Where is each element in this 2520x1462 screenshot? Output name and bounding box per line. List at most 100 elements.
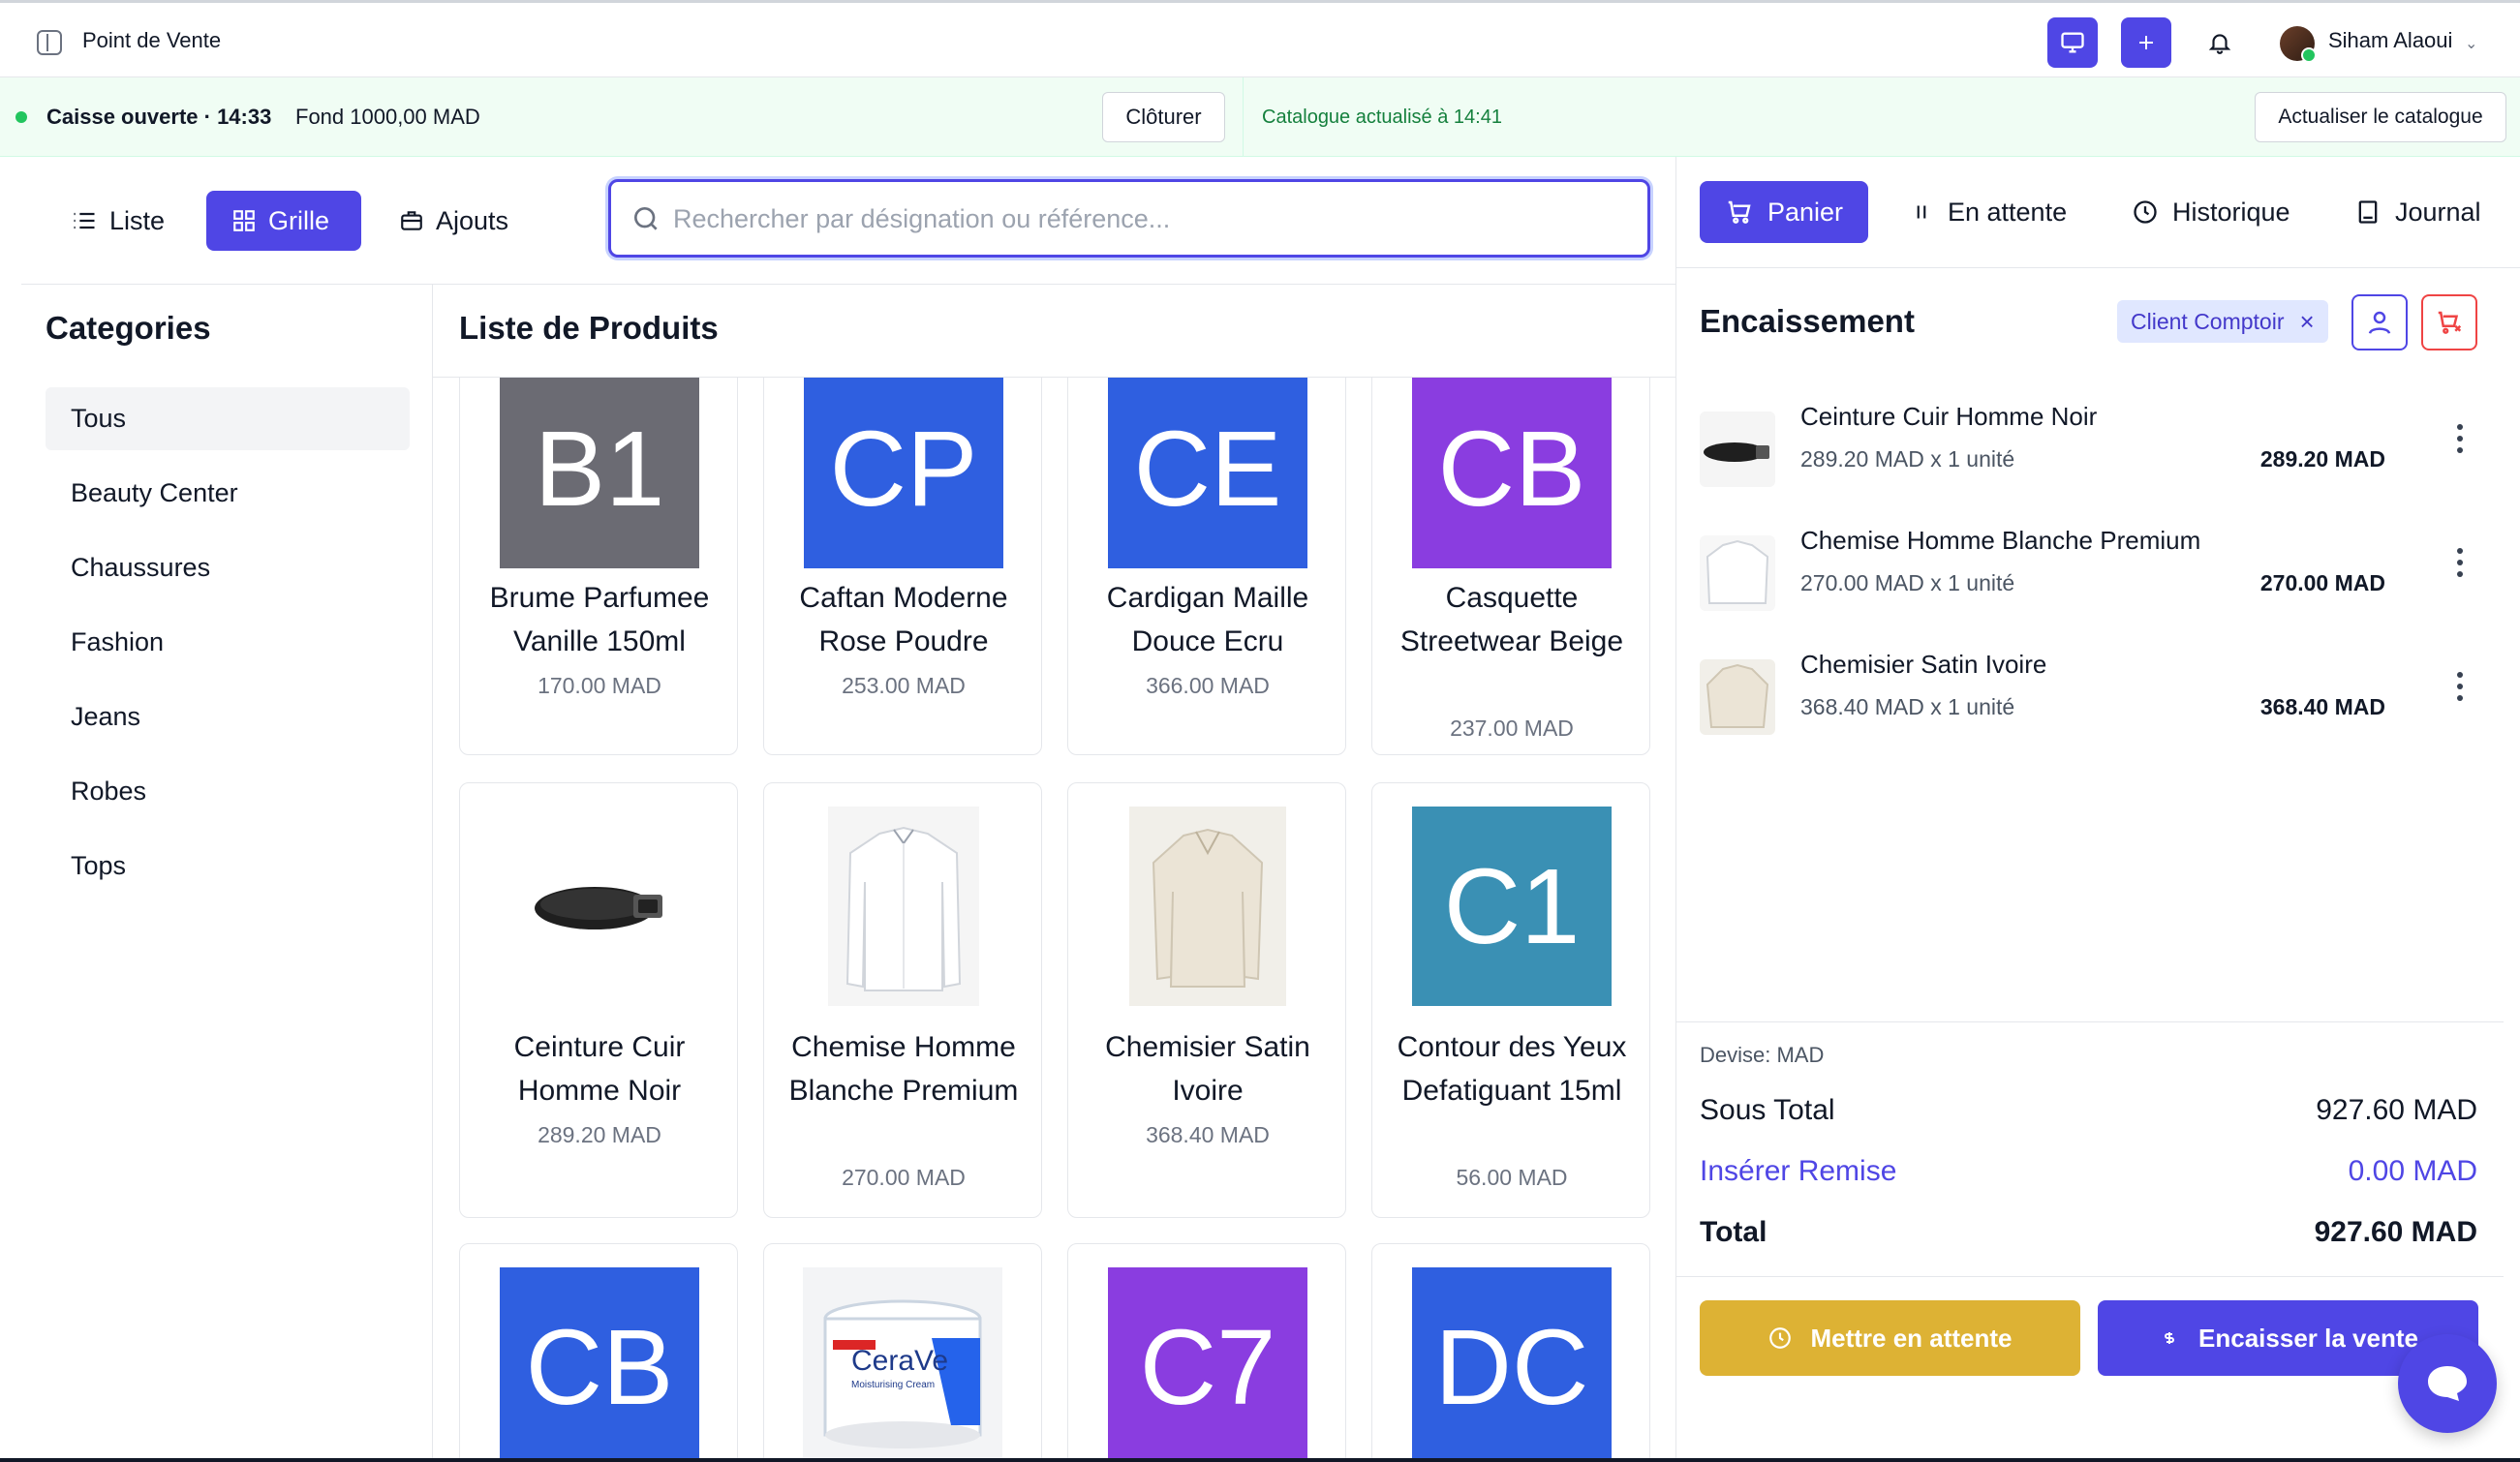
product-thumbnail	[828, 807, 979, 1006]
sidebar-toggle-icon[interactable]	[37, 30, 62, 55]
user-name[interactable]: Siham Alaoui	[2328, 28, 2452, 53]
more-options-icon[interactable]	[2445, 419, 2474, 458]
cart-item[interactable]: Chemisier Satin Ivoire 368.40 MAD x 1 un…	[1700, 650, 2474, 746]
notifications-button[interactable]	[2195, 17, 2245, 68]
cream-subtitle-label: Moisturising Cream	[851, 1380, 936, 1390]
shirt-image	[845, 826, 962, 991]
category-item-tous[interactable]: Tous	[46, 387, 410, 450]
product-card[interactable]: CP Caftan Moderne Rose Poudre 253.00 MAD	[763, 378, 1042, 755]
briefcase-icon	[401, 211, 422, 230]
select-customer-button[interactable]	[2351, 294, 2408, 350]
search-box[interactable]	[608, 179, 1650, 258]
discount-value[interactable]: 0.00 MAD	[2349, 1155, 2477, 1188]
category-item-robes[interactable]: Robes	[46, 760, 410, 823]
product-card[interactable]: CE Cardigan Maille Douce Ecru 366.00 MAD	[1067, 378, 1346, 755]
money-icon	[2165, 1332, 2174, 1344]
chat-icon	[2428, 1366, 2467, 1401]
avatar[interactable]	[2280, 26, 2317, 63]
close-icon[interactable]: ×	[2300, 307, 2315, 337]
product-card[interactable]: CB	[459, 1243, 738, 1462]
cart-item[interactable]: Chemise Homme Blanche Premium 270.00 MAD…	[1700, 526, 2474, 623]
put-on-hold-button[interactable]: Mettre en attente	[1700, 1300, 2080, 1376]
shirt-image	[1706, 539, 1769, 604]
tab-journal-label: Journal	[2395, 197, 2481, 227]
window-bottom-edge	[0, 1458, 2520, 1462]
tab-en-attente-label: En attente	[1948, 197, 2068, 227]
product-card[interactable]: C7	[1067, 1243, 1346, 1462]
chat-button[interactable]	[2398, 1334, 2497, 1433]
divider	[1675, 267, 2520, 268]
category-item-beauty-center[interactable]: Beauty Center	[46, 462, 410, 525]
product-card[interactable]: CB Casquette Streetwear Beige 237.00 MAD	[1371, 378, 1650, 755]
chevron-down-icon[interactable]: ⌄	[2465, 34, 2477, 53]
category-item-tops[interactable]: Tops	[46, 835, 410, 898]
search-icon	[634, 207, 658, 230]
category-item-fashion[interactable]: Fashion	[46, 611, 410, 674]
status-dot-icon	[15, 111, 27, 123]
monitor-button[interactable]	[2047, 17, 2098, 68]
product-card[interactable]: B1 Brume Parfumee Vanille 150ml 170.00 M…	[459, 378, 738, 755]
search-input[interactable]	[673, 199, 1622, 238]
tab-en-attente[interactable]: En attente	[1884, 181, 2092, 243]
product-name: Ceinture Cuir Homme Noir	[513, 1031, 686, 1107]
product-price: 253.00 MAD	[842, 673, 966, 698]
product-placeholder-thumbnail: CP	[804, 378, 1003, 568]
cart-item-quantity: 368.40 MAD x 1 unité	[1800, 694, 2015, 719]
client-chip[interactable]: Client Comptoir ×	[2117, 300, 2328, 343]
cart-item[interactable]: Ceinture Cuir Homme Noir 289.20 MAD x 1 …	[1700, 402, 2474, 499]
product-price: 289.20 MAD	[538, 1122, 661, 1147]
product-placeholder-thumbnail: CE	[1108, 378, 1307, 568]
product-placeholder-thumbnail: C1	[1412, 807, 1612, 1006]
bell-icon	[2208, 34, 2231, 54]
add-button[interactable]	[2121, 17, 2171, 68]
product-card[interactable]: C1 Contour des Yeux Defatiguant 15ml 56.…	[1371, 782, 1650, 1218]
product-price: 366.00 MAD	[1146, 673, 1270, 698]
refresh-catalog-button[interactable]: Actualiser le catalogue	[2255, 92, 2506, 142]
product-name: Caftan Moderne Rose Poudre	[799, 582, 1008, 657]
clock-icon	[1769, 1327, 1792, 1349]
product-code: CE	[1133, 409, 1282, 529]
receipt-icon	[2358, 200, 2378, 224]
more-options-icon[interactable]	[2445, 543, 2474, 582]
subtotal-label: Sous Total	[1700, 1094, 1835, 1126]
insert-discount-link[interactable]: Insérer Remise	[1700, 1155, 1896, 1188]
grid-view-button[interactable]: Grille	[206, 191, 361, 251]
cart-item-total: 270.00 MAD	[2259, 570, 2385, 595]
product-price: 56.00 MAD	[1456, 1165, 1568, 1190]
tab-panier[interactable]: Panier	[1700, 181, 1869, 243]
cart-item-image	[1700, 411, 1775, 487]
tab-journal[interactable]: Journal	[2329, 181, 2506, 243]
product-card[interactable]: Chemisier Satin Ivoire 368.40 MAD	[1067, 782, 1346, 1218]
product-card[interactable]: Ceinture Cuir Homme Noir 289.20 MAD	[459, 782, 738, 1218]
more-options-icon[interactable]	[2445, 667, 2474, 706]
product-name: Contour des Yeux Defatiguant 15ml	[1397, 1031, 1627, 1107]
product-card[interactable]: DC	[1371, 1243, 1650, 1462]
product-thumbnail	[500, 807, 699, 1006]
tab-historique[interactable]: Historique	[2106, 181, 2316, 243]
monitor-icon	[2061, 32, 2084, 53]
belt-image	[1704, 442, 1769, 462]
product-name: Chemise Homme Blanche Premium	[788, 1031, 1019, 1107]
product-card[interactable]: CeraVe Moisturising Cream	[763, 1243, 1042, 1462]
addons-button[interactable]: Ajouts	[374, 191, 534, 251]
product-code: B1	[534, 409, 665, 529]
divider	[21, 284, 1675, 285]
discount-row[interactable]: Insérer Remise 0.00 MAD	[1700, 1155, 2477, 1188]
list-view-button[interactable]: Liste	[46, 191, 190, 251]
product-code: CP	[829, 409, 978, 529]
pause-icon	[1917, 205, 1926, 219]
user-icon	[2368, 311, 2391, 334]
cart-item-total: 368.40 MAD	[2259, 694, 2385, 719]
belt-image	[535, 887, 662, 929]
register-status-bar: Caisse ouverte · 14:33 Fond 1000,00 MAD …	[0, 77, 2520, 157]
category-item-jeans[interactable]: Jeans	[46, 685, 410, 748]
product-price: 270.00 MAD	[842, 1165, 966, 1190]
cart-item-image	[1700, 535, 1775, 611]
product-placeholder-thumbnail: CB	[500, 1267, 699, 1462]
category-item-chaussures[interactable]: Chaussures	[46, 536, 410, 599]
clear-cart-button[interactable]	[2421, 294, 2477, 350]
addons-label: Ajouts	[436, 205, 509, 235]
categories-title: Categories	[46, 310, 211, 346]
product-card[interactable]: Chemise Homme Blanche Premium 270.00 MAD	[763, 782, 1042, 1218]
close-register-button[interactable]: Clôturer	[1102, 92, 1225, 142]
